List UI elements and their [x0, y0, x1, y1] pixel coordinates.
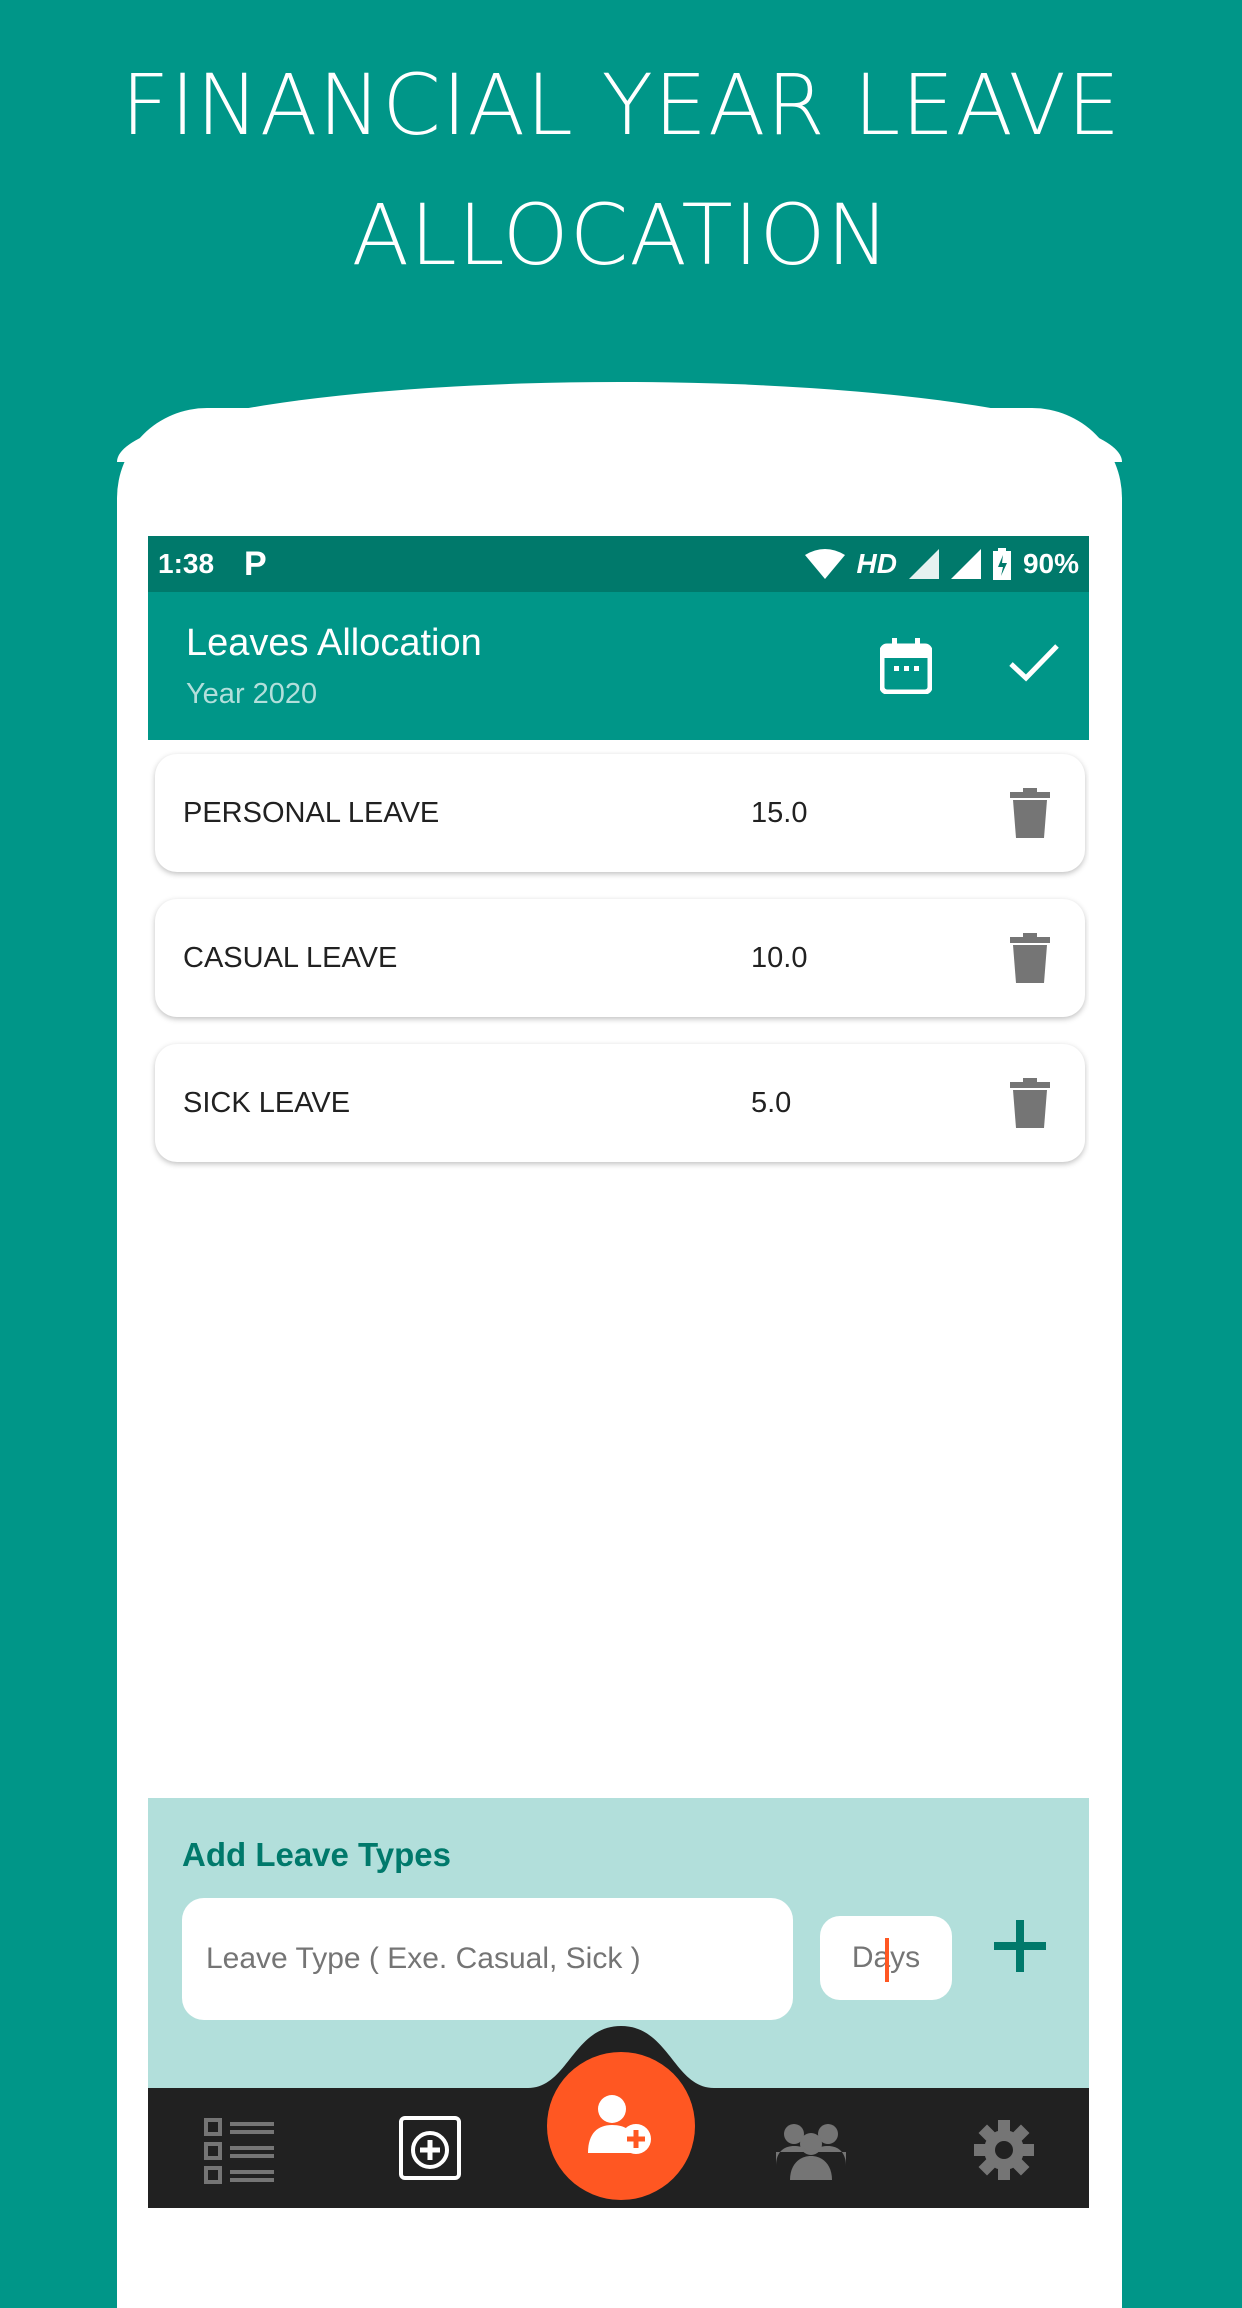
leave-card[interactable]: PERSONAL LEAVE 15.0: [155, 754, 1085, 872]
trash-icon[interactable]: [1010, 933, 1050, 983]
leave-card[interactable]: SICK LEAVE 5.0: [155, 1044, 1085, 1162]
parking-icon: P: [244, 544, 267, 583]
network-type: HD: [856, 548, 897, 579]
page-title: Leaves Allocation: [186, 622, 482, 664]
check-icon[interactable]: [1008, 642, 1060, 682]
leave-type-input[interactable]: [182, 1898, 793, 2020]
add-employee-fab[interactable]: [547, 2052, 695, 2200]
headline-line-1: FINANCIAL YEAR LEAVE: [120, 56, 1122, 154]
leave-name: CASUAL LEAVE: [183, 941, 398, 974]
calendar-icon[interactable]: [880, 638, 932, 694]
status-time: 1:38: [158, 548, 215, 579]
battery-icon: [992, 548, 1011, 580]
headline: FINANCIAL YEAR LEAVE ALLOCATION: [0, 40, 1242, 300]
phone-screen: 1:38 P HD 90% Leaves Allocation Year 202…: [148, 536, 1089, 2208]
battery-level: 90%: [1022, 548, 1079, 579]
leave-name: PERSONAL LEAVE: [183, 796, 440, 829]
signal-icon-2: [950, 549, 981, 579]
calendar-add-icon[interactable]: [398, 2112, 464, 2182]
text-cursor: [885, 1938, 889, 1982]
wifi-icon: [804, 549, 845, 579]
checklist-icon[interactable]: [204, 2118, 276, 2184]
headline-line-2: ALLOCATION: [351, 186, 891, 284]
add-user-icon: [588, 2095, 651, 2154]
status-bar: 1:38 P HD 90%: [148, 536, 1089, 592]
group-icon[interactable]: [776, 2122, 846, 2180]
settings-icon[interactable]: [974, 2120, 1034, 2180]
leave-card[interactable]: CASUAL LEAVE 10.0: [155, 899, 1085, 1017]
add-icon[interactable]: [994, 1920, 1046, 1972]
year-subtitle: Year 2020: [186, 678, 318, 710]
app-bar: Leaves Allocation Year 2020: [148, 592, 1089, 740]
leave-days: 10.0: [751, 941, 808, 974]
leave-days: 15.0: [751, 796, 808, 829]
signal-icon: [908, 549, 939, 579]
trash-icon[interactable]: [1010, 788, 1050, 838]
trash-icon[interactable]: [1010, 1078, 1050, 1128]
add-leave-title: Add Leave Types: [182, 1836, 451, 1873]
leave-name: SICK LEAVE: [183, 1086, 351, 1119]
leave-days: 5.0: [751, 1086, 792, 1119]
